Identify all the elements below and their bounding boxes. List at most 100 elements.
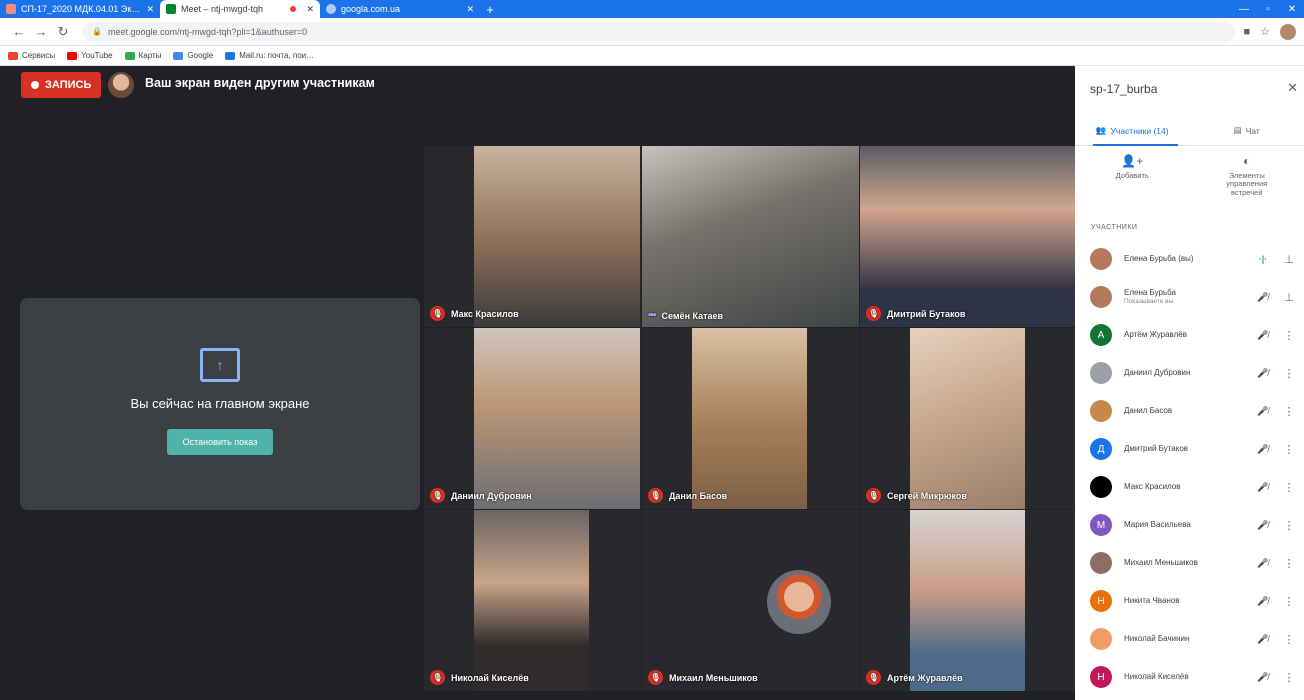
browser-tab-meet[interactable]: Meet – ntj-mwgd-tqh ✕	[160, 0, 320, 18]
participant-row[interactable]: Н Николай Киселёв 🎤̸ ⋮	[1075, 658, 1304, 696]
more-options-icon[interactable]: ⋮	[1274, 481, 1304, 494]
more-options-icon[interactable]: ⋮	[1274, 443, 1304, 456]
participant-row[interactable]: Елена Бурьба Показываете вы 🎤̸ ⊥	[1075, 278, 1304, 316]
url-text: meet.google.com/ntj-mwgd-tqh?pli=1&authu…	[107, 26, 308, 37]
video-tile[interactable]: 🎙 Николай Киселёв	[424, 510, 641, 691]
toolbar-right: ■ ☆	[1243, 23, 1296, 40]
chat-icon: ▤	[1233, 125, 1242, 135]
forward-arrow-icon[interactable]: →	[30, 24, 52, 39]
more-options-icon[interactable]: ⋮	[1274, 405, 1304, 418]
tab-chat[interactable]: ▤ Чат	[1190, 116, 1304, 145]
presenting-card-title: Вы сейчас на главном экране	[130, 396, 310, 411]
participant-video	[910, 328, 1025, 509]
participant-avatar	[1090, 362, 1112, 384]
maps-icon	[124, 51, 135, 60]
participant-row[interactable]: Д Дмитрий Бутаков 🎤̸ ⋮	[1075, 430, 1304, 468]
participant-name: Артём Журавлёв	[1124, 330, 1252, 340]
bookmark-mailru[interactable]: Mail.ru: почта, пои…	[225, 51, 314, 60]
minimize-icon[interactable]: —	[1232, 4, 1256, 15]
more-options-icon[interactable]: ⋮	[1274, 671, 1304, 684]
bookmark-google[interactable]: Google	[173, 51, 213, 60]
participant-row[interactable]: Данил Басов 🎤̸ ⋮	[1075, 392, 1304, 430]
bookmark-star-icon[interactable]: ☆	[1260, 25, 1270, 38]
mic-off-icon: 🎙	[430, 670, 445, 685]
back-arrow-icon[interactable]: ←	[8, 24, 30, 39]
recording-indicator[interactable]: ЗАПИСЬ	[21, 72, 102, 98]
participant-name: Даниил Дубровин	[451, 490, 532, 501]
mailru-icon	[225, 51, 236, 60]
video-tile[interactable]: 🎙 Дмитрий Бутаков	[860, 146, 1077, 327]
more-options-icon[interactable]: ⋮	[1274, 595, 1304, 608]
meeting-controls-button[interactable]: ◐ Элементы управления встречей	[1212, 152, 1282, 212]
video-tile[interactable]: 🎙 Михаил Меньшиков	[642, 510, 859, 691]
reload-icon[interactable]: ↻	[52, 24, 74, 40]
tile-label: 🎙 Сергей Микрюков	[866, 488, 967, 503]
tile-label: 🎙 Михаил Меньшиков	[648, 670, 758, 685]
participant-name: Сергей Микрюков	[887, 490, 967, 501]
participant-avatar	[1090, 552, 1112, 574]
globe-favicon-icon	[326, 4, 336, 14]
participant-video	[474, 328, 640, 509]
participant-row[interactable]: Н Никита Чванов 🎤̸ ⋮	[1075, 582, 1304, 620]
record-dot-icon	[31, 81, 39, 89]
participant-row[interactable]: Елена Бурьба (вы) ·|· ⊥	[1075, 240, 1304, 278]
present-screen-icon: ↑	[200, 348, 240, 382]
close-tab-icon[interactable]: ✕	[466, 4, 474, 15]
participant-avatar: А	[1090, 324, 1112, 346]
participant-row[interactable]: Николай Бачинин 🎤̸ ⋮	[1075, 620, 1304, 658]
people-icon: 👥	[1095, 125, 1107, 135]
bookmark-apps[interactable]: Сервисы	[8, 51, 55, 60]
stop-presenting-button[interactable]: Остановить показ	[166, 429, 274, 455]
participant-row[interactable]: Макс Красилов 🎤̸ ⋮	[1075, 468, 1304, 506]
close-window-icon[interactable]: ✕	[1280, 4, 1304, 15]
more-options-icon[interactable]: ⋮	[1274, 329, 1304, 342]
bookmark-maps[interactable]: Карты	[124, 51, 161, 60]
participant-name-text: Никита Чванов	[1124, 596, 1180, 606]
participant-row[interactable]: А Артём Журавлёв 🎤̸ ⋮	[1075, 316, 1304, 354]
mic-off-icon: 🎤̸	[1257, 595, 1269, 606]
tab-participants[interactable]: 👥 Участники (14)	[1075, 116, 1190, 146]
video-tile[interactable]: 🎙 Сергей Микрюков	[860, 328, 1077, 509]
browser-tab-googla[interactable]: googla.com.ua ✕	[320, 0, 480, 18]
maximize-icon[interactable]: ▫	[1256, 4, 1280, 15]
new-tab-button[interactable]: +	[480, 0, 500, 18]
more-options-icon[interactable]: ⋮	[1274, 367, 1304, 380]
profile-avatar[interactable]	[1280, 23, 1296, 40]
pin-icon[interactable]: ⊥	[1274, 291, 1304, 304]
participant-name-text: Дмитрий Бутаков	[1124, 444, 1189, 454]
more-options-icon[interactable]: ⋮	[1274, 557, 1304, 570]
bookmark-youtube[interactable]: YouTube	[67, 51, 113, 60]
tile-label: 🎙 Данил Басов	[648, 488, 727, 503]
close-tab-icon[interactable]: ✕	[306, 4, 314, 15]
google-icon	[173, 51, 184, 60]
participant-avatar	[767, 570, 831, 634]
add-people-button[interactable]: 👤+ Добавить	[1097, 152, 1167, 212]
video-tile[interactable]: 🎙 Даниил Дубровин	[424, 328, 641, 509]
video-tile[interactable]: 🎙 Артём Журавлёв	[860, 510, 1077, 691]
mic-off-icon: 🎤̸	[1257, 291, 1269, 302]
video-tile[interactable]: 🎙 Макс Красилов	[424, 146, 641, 327]
more-options-icon[interactable]: ⋮	[1274, 633, 1304, 646]
participant-subtitle: Показываете вы	[1124, 297, 1174, 305]
mic-off-icon: 🎤̸	[1257, 557, 1269, 568]
participant-name: Макс Красилов	[1124, 482, 1252, 492]
camera-in-use-icon[interactable]: ■	[1243, 26, 1250, 38]
close-panel-icon[interactable]: ✕	[1287, 80, 1298, 96]
add-label: Добавить	[1115, 171, 1149, 180]
pin-icon[interactable]: ⊥	[1274, 253, 1304, 266]
participant-row[interactable]: Михаил Меньшиков 🎤̸ ⋮	[1075, 544, 1304, 582]
youtube-icon	[67, 51, 78, 60]
mic-off-icon: 🎙	[648, 670, 663, 685]
more-options-icon[interactable]: ⋮	[1274, 519, 1304, 532]
video-tile[interactable]: ••• Семён Катаев	[642, 146, 859, 327]
window-controls: — ▫ ✕	[1232, 0, 1304, 18]
participant-name: Данил Басов	[1124, 406, 1252, 416]
participant-avatar	[1090, 476, 1112, 498]
participant-row[interactable]: Даниил Дубровин 🎤̸ ⋮	[1075, 354, 1304, 392]
participant-row[interactable]: М Мария Васильева 🎤̸ ⋮	[1075, 506, 1304, 544]
browser-tab-classroom[interactable]: СП-17_2020 МДК.04.01 Эконо… ✕	[0, 0, 160, 18]
participant-avatar	[1090, 248, 1112, 270]
video-tile[interactable]: 🎙 Данил Басов	[642, 328, 859, 509]
url-field[interactable]: 🔒 meet.google.com/ntj-mwgd-tqh?pli=1&aut…	[82, 21, 1236, 42]
close-tab-icon[interactable]: ✕	[146, 4, 154, 15]
